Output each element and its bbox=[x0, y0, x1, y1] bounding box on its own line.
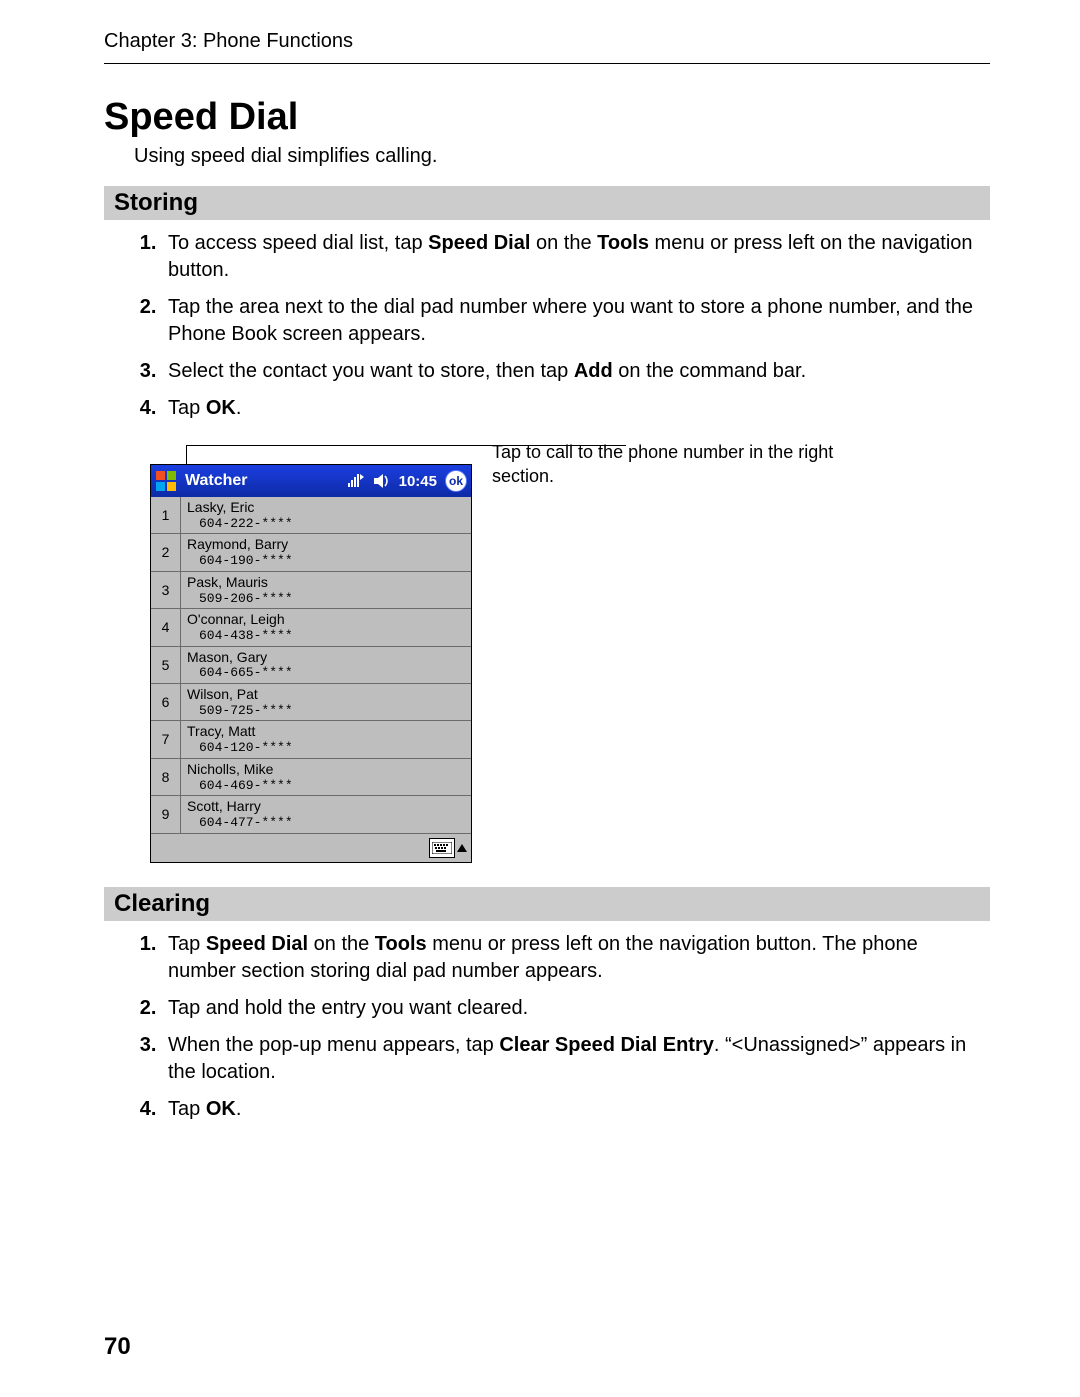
speed-dial-slot-number[interactable]: 7 bbox=[151, 721, 181, 757]
contact-phone: 604-438-**** bbox=[187, 628, 465, 644]
device-screenshot: Watcher 10:45 ok 1Lasky, Eric604-222-***… bbox=[150, 464, 472, 863]
app-title: Watcher bbox=[185, 472, 248, 490]
speed-dial-row[interactable]: 1Lasky, Eric604-222-**** bbox=[151, 497, 471, 534]
contact-name: Lasky, Eric bbox=[187, 499, 465, 516]
text: To access speed dial list, tap bbox=[168, 232, 428, 254]
page-number: 70 bbox=[104, 1333, 131, 1361]
clearing-steps: Tap Speed Dial on the Tools menu or pres… bbox=[134, 931, 990, 1123]
text: . bbox=[236, 397, 242, 419]
chapter-header: Chapter 3: Phone Functions bbox=[104, 30, 990, 64]
ok-button[interactable]: ok bbox=[445, 470, 467, 492]
speed-dial-slot-number[interactable]: 3 bbox=[151, 572, 181, 608]
speed-dial-contact[interactable]: Scott, Harry604-477-**** bbox=[181, 796, 471, 832]
text: Select the contact you want to store, th… bbox=[168, 360, 574, 382]
page-title: Speed Dial bbox=[104, 96, 990, 139]
contact-name: Pask, Mauris bbox=[187, 574, 465, 591]
contact-phone: 604-190-**** bbox=[187, 553, 465, 569]
bold-text: OK bbox=[206, 1098, 236, 1120]
speed-dial-contact[interactable]: Wilson, Pat509-725-**** bbox=[181, 684, 471, 720]
clock-time: 10:45 bbox=[399, 473, 437, 490]
speed-dial-slot-number[interactable]: 5 bbox=[151, 647, 181, 683]
keyboard-icon[interactable] bbox=[429, 838, 455, 858]
contact-name: Scott, Harry bbox=[187, 798, 465, 815]
speed-dial-contact[interactable]: Nicholls, Mike604-469-**** bbox=[181, 759, 471, 795]
contact-phone: 604-477-**** bbox=[187, 815, 465, 831]
speed-dial-row[interactable]: 5Mason, Gary604-665-**** bbox=[151, 647, 471, 684]
speed-dial-row[interactable]: 8Nicholls, Mike604-469-**** bbox=[151, 759, 471, 796]
bold-text: Clear Speed Dial Entry bbox=[499, 1034, 714, 1056]
callout-leader-line bbox=[186, 445, 626, 446]
speed-dial-row[interactable]: 2Raymond, Barry604-190-**** bbox=[151, 534, 471, 571]
contact-name: Raymond, Barry bbox=[187, 536, 465, 553]
contact-name: O'connar, Leigh bbox=[187, 611, 465, 628]
text: on the bbox=[530, 232, 597, 254]
contact-phone: 509-725-**** bbox=[187, 703, 465, 719]
contact-phone: 509-206-**** bbox=[187, 591, 465, 607]
storing-step-3: Select the contact you want to store, th… bbox=[162, 358, 990, 385]
speed-dial-slot-number[interactable]: 6 bbox=[151, 684, 181, 720]
text: When the pop-up menu appears, tap bbox=[168, 1034, 499, 1056]
sip-bar bbox=[151, 834, 471, 862]
contact-name: Mason, Gary bbox=[187, 649, 465, 666]
bold-text: Speed Dial bbox=[428, 232, 530, 254]
contact-phone: 604-469-**** bbox=[187, 778, 465, 794]
signal-icon bbox=[347, 473, 365, 489]
clearing-step-1: Tap Speed Dial on the Tools menu or pres… bbox=[162, 931, 990, 985]
clearing-step-4: Tap OK. bbox=[162, 1096, 990, 1123]
speed-dial-row[interactable]: 3Pask, Mauris509-206-**** bbox=[151, 572, 471, 609]
clearing-step-2: Tap and hold the entry you want cleared. bbox=[162, 995, 990, 1022]
speed-dial-contact[interactable]: O'connar, Leigh604-438-**** bbox=[181, 609, 471, 645]
speed-dial-list: 1Lasky, Eric604-222-****2Raymond, Barry6… bbox=[151, 497, 471, 834]
text: Tap bbox=[168, 397, 206, 419]
speed-dial-slot-number[interactable]: 9 bbox=[151, 796, 181, 832]
callout-text: Tap to call to the phone number in the r… bbox=[472, 440, 872, 489]
text: on the command bar. bbox=[613, 360, 806, 382]
contact-name: Tracy, Matt bbox=[187, 723, 465, 740]
speed-dial-contact[interactable]: Mason, Gary604-665-**** bbox=[181, 647, 471, 683]
bold-text: Speed Dial bbox=[206, 933, 308, 955]
storing-step-2: Tap the area next to the dial pad number… bbox=[162, 294, 990, 348]
bold-text: Add bbox=[574, 360, 613, 382]
bold-text: Tools bbox=[375, 933, 427, 955]
speaker-icon bbox=[373, 473, 391, 489]
speed-dial-slot-number[interactable]: 1 bbox=[151, 497, 181, 533]
text: Tap bbox=[168, 933, 206, 955]
speed-dial-contact[interactable]: Lasky, Eric604-222-**** bbox=[181, 497, 471, 533]
section-heading-clearing: Clearing bbox=[104, 887, 990, 921]
contact-name: Nicholls, Mike bbox=[187, 761, 465, 778]
contact-name: Wilson, Pat bbox=[187, 686, 465, 703]
speed-dial-row[interactable]: 4O'connar, Leigh604-438-**** bbox=[151, 609, 471, 646]
clearing-step-3: When the pop-up menu appears, tap Clear … bbox=[162, 1032, 990, 1086]
speed-dial-contact[interactable]: Pask, Mauris509-206-**** bbox=[181, 572, 471, 608]
bold-text: Tools bbox=[597, 232, 649, 254]
intro-text: Using speed dial simplifies calling. bbox=[134, 145, 990, 168]
contact-phone: 604-665-**** bbox=[187, 665, 465, 681]
start-icon[interactable] bbox=[155, 470, 177, 492]
speed-dial-row[interactable]: 9Scott, Harry604-477-**** bbox=[151, 796, 471, 833]
speed-dial-row[interactable]: 7Tracy, Matt604-120-**** bbox=[151, 721, 471, 758]
text: . bbox=[236, 1098, 242, 1120]
text: Tap bbox=[168, 1098, 206, 1120]
storing-step-4: Tap OK. bbox=[162, 395, 990, 422]
speed-dial-row[interactable]: 6Wilson, Pat509-725-**** bbox=[151, 684, 471, 721]
speed-dial-contact[interactable]: Raymond, Barry604-190-**** bbox=[181, 534, 471, 570]
text: Tap the area next to the dial pad number… bbox=[168, 296, 973, 345]
storing-steps: To access speed dial list, tap Speed Dia… bbox=[134, 230, 990, 422]
storing-step-1: To access speed dial list, tap Speed Dia… bbox=[162, 230, 990, 284]
text: on the bbox=[308, 933, 375, 955]
contact-phone: 604-222-**** bbox=[187, 516, 465, 532]
bold-text: OK bbox=[206, 397, 236, 419]
text: Tap and hold the entry you want cleared. bbox=[168, 997, 528, 1019]
speed-dial-slot-number[interactable]: 4 bbox=[151, 609, 181, 645]
titlebar: Watcher 10:45 ok bbox=[151, 465, 471, 497]
figure: Watcher 10:45 ok 1Lasky, Eric604-222-***… bbox=[150, 440, 990, 863]
speed-dial-contact[interactable]: Tracy, Matt604-120-**** bbox=[181, 721, 471, 757]
up-arrow-icon[interactable] bbox=[457, 844, 467, 852]
speed-dial-slot-number[interactable]: 2 bbox=[151, 534, 181, 570]
speed-dial-slot-number[interactable]: 8 bbox=[151, 759, 181, 795]
contact-phone: 604-120-**** bbox=[187, 740, 465, 756]
section-heading-storing: Storing bbox=[104, 186, 990, 220]
